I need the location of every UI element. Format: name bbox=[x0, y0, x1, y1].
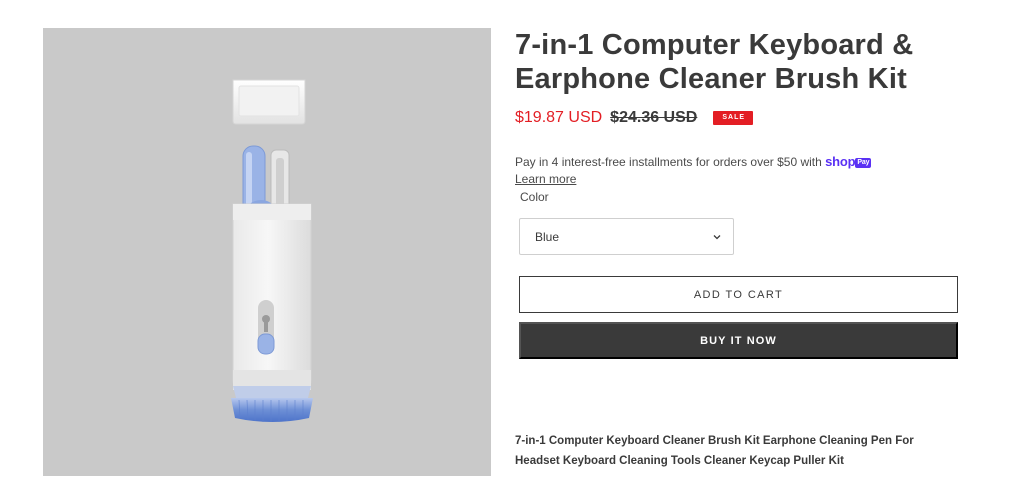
chevron-down-icon bbox=[713, 235, 721, 240]
regular-price: $24.36 USD bbox=[610, 109, 698, 126]
product-title-line1: 7-in-1 Computer Keyboard & bbox=[515, 29, 914, 61]
color-label: Color bbox=[520, 190, 549, 204]
sale-badge: SALE bbox=[713, 111, 754, 125]
cleaner-kit-illustration bbox=[231, 79, 313, 422]
pay-badge: Pay bbox=[855, 158, 872, 168]
description-line2: Headset Keyboard Cleaning Tools Cleaner … bbox=[515, 455, 844, 467]
price-row: $19.87 USD $24.36 USD SALE bbox=[515, 107, 960, 129]
product-info: 7-in-1 Computer Keyboard & Earphone Clea… bbox=[515, 28, 960, 467]
sale-price: $19.87 USD bbox=[515, 109, 603, 126]
shop-logo-text: shop bbox=[825, 154, 856, 169]
product-title: 7-in-1 Computer Keyboard & Earphone Clea… bbox=[515, 28, 960, 96]
color-select-value: Blue bbox=[535, 230, 560, 244]
body-part bbox=[232, 203, 312, 391]
product-image[interactable] bbox=[43, 28, 491, 476]
learn-more-link[interactable]: Learn more bbox=[515, 171, 576, 188]
product-description: 7-in-1 Computer Keyboard Cleaner Brush K… bbox=[515, 431, 965, 471]
installments-text: Pay in 4 interest-free installments for … bbox=[515, 155, 822, 169]
product-title-line2: Earphone Cleaner Brush Kit bbox=[515, 63, 907, 95]
buy-it-now-button[interactable]: BUY IT NOW bbox=[519, 322, 958, 359]
shop-pay-installments: Pay in 4 interest-free installments for … bbox=[515, 153, 960, 188]
brush-part bbox=[231, 386, 313, 422]
shop-pay-logo: shop Pay bbox=[825, 154, 872, 169]
add-to-cart-button[interactable]: ADD TO CART bbox=[519, 276, 958, 313]
color-select[interactable]: Blue bbox=[519, 218, 734, 255]
description-line1: 7-in-1 Computer Keyboard Cleaner Brush K… bbox=[515, 435, 914, 447]
cap-part bbox=[232, 79, 306, 125]
